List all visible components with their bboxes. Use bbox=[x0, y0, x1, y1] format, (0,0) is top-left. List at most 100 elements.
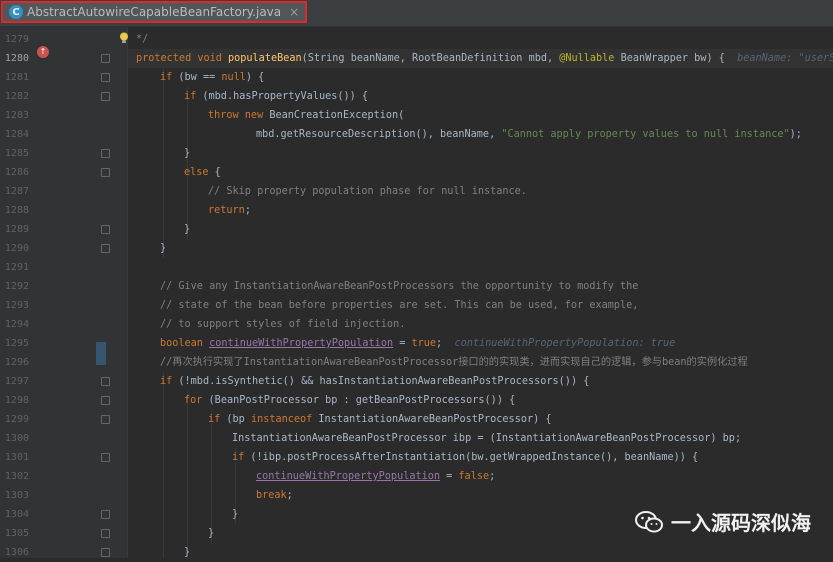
code-token: mbd.getResourceDescription(), beanName, bbox=[256, 129, 502, 140]
fold-marker-icon[interactable] bbox=[101, 54, 110, 63]
fold-marker-icon[interactable] bbox=[101, 453, 110, 462]
code-token: (BeanPostProcessor bp : getBeanPostProce… bbox=[208, 395, 516, 406]
code-line: if (!ibp.postProcessAfterInstantiation(b… bbox=[232, 448, 698, 467]
close-tab-icon[interactable]: × bbox=[289, 5, 299, 19]
code-token: else bbox=[184, 167, 215, 178]
fold-marker-icon[interactable] bbox=[101, 415, 110, 424]
override-method-icon[interactable]: ↑ bbox=[37, 46, 49, 58]
code-line: //再次执行实现了InstantiationAwareBeanPostProce… bbox=[160, 353, 748, 372]
line-number: 1295 bbox=[4, 338, 29, 349]
line-number: 1283 bbox=[4, 110, 29, 121]
code-token: ; bbox=[244, 205, 251, 216]
code-token: if bbox=[232, 452, 251, 463]
code-token: "Cannot apply property values to null in… bbox=[501, 129, 790, 140]
code-token: if bbox=[184, 91, 203, 102]
code-line: // Skip property population phase for nu… bbox=[208, 182, 527, 201]
watermark-text: 一入源码深似海 bbox=[671, 511, 811, 535]
code-token: = bbox=[393, 338, 412, 349]
code-token: } bbox=[208, 528, 215, 539]
editor-tab[interactable]: C AbstractAutowireCapableBeanFactory.jav… bbox=[1, 1, 308, 23]
line-number: 1281 bbox=[4, 72, 29, 83]
code-token: if bbox=[208, 414, 227, 425]
line-number: 1301 bbox=[4, 452, 29, 463]
code-token: BeanCreationException( bbox=[269, 110, 405, 121]
code-line: continueWithPropertyPopulation = false; bbox=[256, 467, 495, 486]
line-number-gutter[interactable]: 1279 1280 1281 1282 1283 1284 1285 1286 1287 1288… bbox=[0, 27, 128, 558]
code-line: if (mbd.hasPropertyValues()) { bbox=[184, 87, 368, 106]
code-token: } bbox=[184, 547, 191, 558]
code-token: // Give any InstantiationAwareBeanPostPr… bbox=[160, 281, 639, 292]
code-line: } bbox=[184, 543, 190, 558]
line-number: 1280 bbox=[4, 53, 29, 64]
line-number: 1300 bbox=[4, 433, 29, 444]
code-line: InstantiationAwareBeanPostProcessor ibp … bbox=[232, 429, 741, 448]
line-number: 1288 bbox=[4, 205, 29, 216]
tab-title: AbstractAutowireCapableBeanFactory.java bbox=[27, 5, 282, 19]
fold-marker-icon[interactable] bbox=[101, 529, 110, 538]
code-token: */ bbox=[136, 34, 149, 45]
code-line: */ bbox=[136, 30, 148, 49]
code-line: // Give any InstantiationAwareBeanPostPr… bbox=[160, 277, 638, 296]
code-token: null bbox=[221, 72, 246, 83]
code-line: } bbox=[208, 524, 214, 543]
line-number: 1292 bbox=[4, 281, 29, 292]
code-token: } bbox=[160, 243, 167, 254]
line-number: 1298 bbox=[4, 395, 29, 406]
line-number: 1291 bbox=[4, 262, 29, 273]
code-line: // state of the bean before properties a… bbox=[160, 296, 638, 315]
code-token: protected void bbox=[136, 53, 229, 64]
code-token: (mbd.hasPropertyValues()) { bbox=[202, 91, 369, 102]
code-line: throw new BeanCreationException( bbox=[208, 106, 404, 125]
fold-marker-icon[interactable] bbox=[101, 396, 110, 405]
code-token: ; bbox=[286, 490, 293, 501]
code-token: (bw == bbox=[178, 72, 222, 83]
indent-guide bbox=[163, 68, 164, 258]
code-token: break bbox=[256, 490, 287, 501]
line-number: 1289 bbox=[4, 224, 29, 235]
code-editor[interactable]: */ protected void populateBean(String bea… bbox=[128, 27, 833, 558]
code-line: boolean continueWithPropertyPopulation =… bbox=[160, 334, 675, 353]
code-token: //再次执行实现了InstantiationAwareBeanPostProce… bbox=[160, 357, 748, 368]
code-line: } bbox=[184, 144, 190, 163]
line-number: 1293 bbox=[4, 300, 29, 311]
code-token: ) { bbox=[245, 72, 265, 83]
code-line: return; bbox=[208, 201, 251, 220]
line-number: 1287 bbox=[4, 186, 29, 197]
editor-tab-bar: C AbstractAutowireCapableBeanFactory.jav… bbox=[0, 0, 833, 27]
code-token: for bbox=[184, 395, 209, 406]
code-token: } bbox=[184, 148, 191, 159]
fold-marker-icon[interactable] bbox=[101, 73, 110, 82]
fold-marker-icon[interactable] bbox=[101, 548, 110, 557]
line-number: 1305 bbox=[4, 528, 29, 539]
line-number: 1296 bbox=[4, 357, 29, 368]
code-line: } bbox=[184, 220, 190, 239]
fold-marker-icon[interactable] bbox=[101, 225, 110, 234]
fold-marker-icon[interactable] bbox=[101, 377, 110, 386]
code-token: continueWithPropertyPopulation bbox=[256, 471, 441, 482]
code-line: mbd.getResourceDescription(), beanName, … bbox=[256, 125, 802, 144]
line-number: 1294 bbox=[4, 319, 29, 330]
code-token: BeanWrapper bw) { bbox=[614, 53, 738, 64]
fold-marker-icon[interactable] bbox=[101, 92, 110, 101]
code-line: for (BeanPostProcessor bp : getBeanPostP… bbox=[184, 391, 515, 410]
line-number: 1303 bbox=[4, 490, 29, 501]
code-token: InstantiationAwareBeanPostProcessor) { bbox=[318, 414, 552, 425]
fold-marker-icon[interactable] bbox=[101, 168, 110, 177]
code-line: } bbox=[232, 505, 238, 524]
fold-marker-icon[interactable] bbox=[101, 510, 110, 519]
code-token: @Nullable bbox=[559, 53, 615, 64]
line-number: 1284 bbox=[4, 129, 29, 140]
watermark: 一入源码深似海 bbox=[635, 507, 811, 536]
code-token: // Skip property population phase for nu… bbox=[208, 186, 527, 197]
code-line: } bbox=[160, 239, 166, 258]
code-token: if bbox=[160, 72, 179, 83]
fold-marker-icon[interactable] bbox=[101, 244, 110, 253]
wechat-icon bbox=[635, 510, 663, 532]
code-token: = bbox=[440, 471, 459, 482]
code-line: // to support styles of field injection. bbox=[160, 315, 405, 334]
code-token: false bbox=[458, 471, 490, 482]
fold-marker-icon[interactable] bbox=[101, 149, 110, 158]
code-token: instanceof bbox=[250, 414, 319, 425]
line-number: 1297 bbox=[4, 376, 29, 387]
vcs-change-marker[interactable] bbox=[96, 342, 106, 365]
